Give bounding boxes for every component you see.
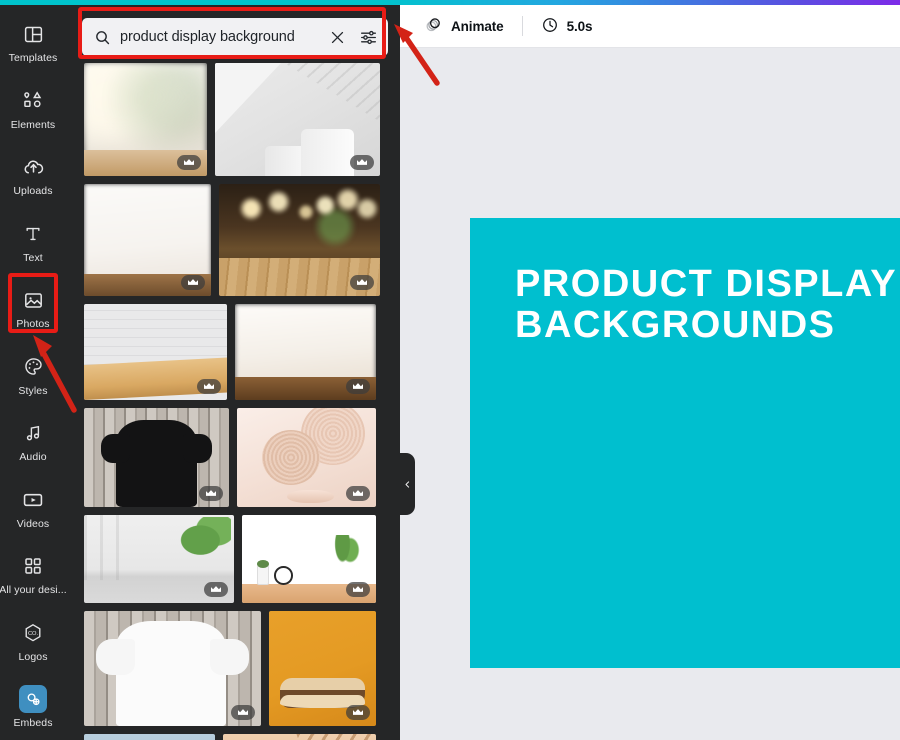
sidebar-item-videos[interactable]: Videos bbox=[0, 474, 66, 540]
sidebar-item-label: Videos bbox=[16, 517, 50, 530]
elements-icon bbox=[19, 87, 47, 115]
canva-editor-window: Templates Elements Uploads Text Photos S… bbox=[0, 0, 900, 740]
all-designs-icon bbox=[19, 552, 47, 580]
pro-badge bbox=[204, 582, 228, 597]
embeds-icon bbox=[19, 685, 47, 713]
videos-icon bbox=[19, 486, 47, 514]
sidebar-item-elements[interactable]: Elements bbox=[0, 75, 66, 141]
photo-thumb-tan-palm-shadow[interactable] bbox=[223, 734, 376, 740]
sidebar-item-label: Photos bbox=[16, 318, 50, 331]
clock-icon bbox=[541, 16, 559, 37]
sidebar-item-photos[interactable]: Photos bbox=[0, 275, 66, 341]
search-icon bbox=[94, 29, 111, 46]
sidebar-item-label: Templates bbox=[8, 52, 58, 65]
pro-badge bbox=[350, 275, 374, 290]
canvas-workspace: Animate 5.0s PRODUCT DISPLAY BACKGROUNDS bbox=[399, 5, 900, 740]
toolbar-divider bbox=[521, 16, 523, 36]
uploads-icon bbox=[19, 153, 47, 181]
sidebar-item-label: Logos bbox=[18, 650, 48, 663]
pro-badge bbox=[181, 275, 205, 290]
photo-thumb-bokeh-cafe-wood-plank[interactable] bbox=[219, 184, 380, 296]
sidebar-item-text[interactable]: Text bbox=[0, 208, 66, 274]
sliders-filter-icon[interactable] bbox=[359, 28, 378, 47]
pro-badge bbox=[346, 705, 370, 720]
templates-icon bbox=[19, 20, 47, 48]
photo-row bbox=[84, 63, 388, 176]
animate-label: Animate bbox=[451, 18, 504, 34]
logos-icon: CO. bbox=[19, 619, 47, 647]
text-icon bbox=[19, 220, 47, 248]
search-bar-container bbox=[66, 5, 400, 62]
photo-thumb-white-desk-clock-plant[interactable] bbox=[242, 515, 376, 603]
canvas-toolbar: Animate 5.0s bbox=[400, 5, 900, 48]
photo-thumb-white-blur-dark-wood[interactable] bbox=[84, 184, 211, 296]
search-input[interactable] bbox=[120, 29, 320, 45]
pro-badge bbox=[199, 486, 223, 501]
photo-row bbox=[84, 515, 388, 603]
sidebar-item-audio[interactable]: Audio bbox=[0, 408, 66, 474]
pro-badge bbox=[346, 486, 370, 501]
photo-thumb-pink-wood-slice-podium[interactable] bbox=[237, 408, 376, 507]
photo-thumb-grey-wall-monstera[interactable] bbox=[84, 515, 234, 603]
photo-row bbox=[84, 304, 388, 400]
sidebar-item-embeds[interactable]: Embeds bbox=[0, 674, 66, 740]
pro-badge bbox=[231, 705, 255, 720]
pro-badge bbox=[346, 379, 370, 394]
panel-collapse-handle[interactable] bbox=[399, 453, 415, 515]
sidebar-item-label: Embeds bbox=[13, 717, 53, 729]
sidebar-item-label: Uploads bbox=[13, 185, 53, 198]
photo-thumb-white-tshirt-wood-wall[interactable] bbox=[84, 611, 261, 726]
animate-circles-icon bbox=[424, 15, 443, 37]
sidebar-item-label: Styles bbox=[18, 384, 48, 397]
photo-thumb-black-tshirt-wood-wall[interactable] bbox=[84, 408, 229, 507]
duration-label: 5.0s bbox=[566, 18, 593, 34]
photo-row bbox=[84, 184, 388, 296]
duration-button[interactable]: 5.0s bbox=[531, 11, 603, 41]
photo-thumb-light-blue-gradient[interactable] bbox=[84, 734, 215, 740]
photo-row bbox=[84, 611, 388, 726]
sidebar-item-label: Elements bbox=[10, 118, 56, 131]
sidebar-item-styles[interactable]: Styles bbox=[0, 341, 66, 407]
photo-results-grid[interactable] bbox=[66, 63, 400, 740]
photo-row bbox=[84, 734, 388, 740]
sidebar-item-all-your-designs[interactable]: All your desi... bbox=[0, 541, 67, 607]
pro-badge bbox=[177, 155, 201, 170]
animate-button[interactable]: Animate bbox=[414, 11, 514, 41]
design-canvas[interactable]: PRODUCT DISPLAY BACKGROUNDS bbox=[470, 218, 900, 668]
canvas-heading-text[interactable]: PRODUCT DISPLAY BACKGROUNDS bbox=[515, 263, 897, 346]
chevron-left-icon bbox=[403, 478, 412, 491]
photo-thumb-white-brick-wood-table[interactable] bbox=[84, 304, 227, 400]
photo-thumb-beige-blur-wood-counter[interactable] bbox=[235, 304, 376, 400]
sidebar-item-label: All your desi... bbox=[0, 584, 67, 597]
search-box[interactable] bbox=[82, 18, 388, 56]
photo-row bbox=[84, 408, 388, 507]
sidebar-item-uploads[interactable]: Uploads bbox=[0, 142, 66, 208]
sidebar-item-label: Audio bbox=[19, 451, 47, 464]
close-icon[interactable] bbox=[329, 29, 346, 46]
sidebar-item-label: Text bbox=[23, 251, 43, 264]
left-sidebar: Templates Elements Uploads Text Photos S… bbox=[0, 5, 67, 740]
photo-thumb-blurred-interior-wood-table[interactable] bbox=[84, 63, 207, 176]
photos-panel bbox=[66, 5, 400, 740]
pro-badge bbox=[346, 582, 370, 597]
pro-badge bbox=[197, 379, 221, 394]
styles-icon bbox=[19, 353, 47, 381]
svg-text:CO.: CO. bbox=[28, 631, 39, 637]
sidebar-item-templates[interactable]: Templates bbox=[0, 9, 66, 75]
sidebar-item-logos[interactable]: CO. Logos bbox=[0, 607, 66, 673]
pro-badge bbox=[350, 155, 374, 170]
audio-icon bbox=[19, 419, 47, 447]
brand-gradient-bar bbox=[0, 0, 900, 5]
photos-icon bbox=[19, 286, 47, 314]
photo-thumb-orange-wood-slab-podium[interactable] bbox=[269, 611, 376, 726]
photo-thumb-white-podium-shadow[interactable] bbox=[215, 63, 380, 176]
